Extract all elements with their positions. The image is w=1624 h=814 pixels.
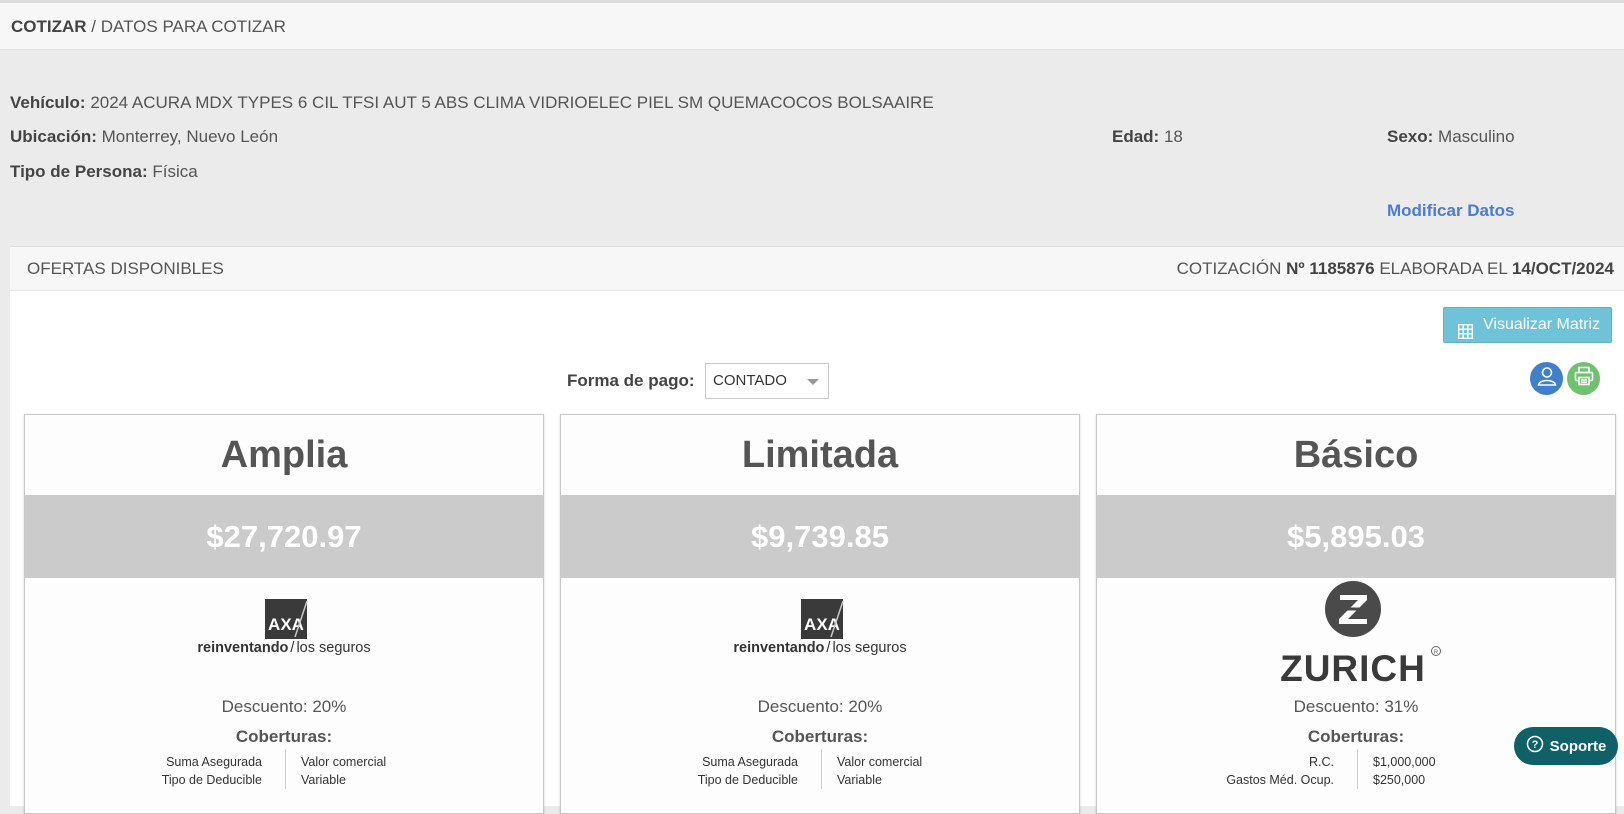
svg-text:R: R [1434,650,1439,656]
axa-tagline-rest: los seguros [832,640,907,656]
coverage-row: Tipo de Deducible Variable [561,773,1079,791]
coverage-label: Suma Asegurada [166,755,262,769]
location-label: Ubicación: [10,127,97,146]
print-button[interactable] [1567,362,1600,395]
offer-price: $5,895.03 [1097,495,1615,578]
zurich-logo-text: ZURICH [1280,648,1426,687]
coverage-label: R.C. [1309,755,1334,769]
offer-card-amplia[interactable]: Amplia $27,720.97 AXA reinventando / los s… [24,414,544,814]
question-icon: ? [1526,735,1544,757]
coverage-row: Suma Asegurada Valor comercial [25,755,543,773]
offer-price: $27,720.97 [25,495,543,578]
zurich-logo: ZURICH R [1097,581,1615,687]
vehicle-label: Vehículo: [10,93,86,112]
offer-price: $9,739.85 [561,495,1079,578]
axa-tagline-slash: / [826,640,831,656]
chevron-down-icon [807,379,819,385]
offer-discount: Descuento: 20% [221,697,347,716]
user-button[interactable] [1530,362,1563,395]
person-type-value: Física [152,162,198,181]
axa-logo: AXA reinventando / los seguros [561,585,1079,685]
axa-tagline-slash: / [290,640,295,656]
coverage-label: Tipo de Deducible [697,773,798,787]
offers-panel: OFERTAS DISPONIBLES COTIZACIÓN Nº 118587… [10,246,1624,814]
coverage-title: Coberturas: [235,727,333,746]
coverage-title: Coberturas: [771,727,869,746]
payment-select[interactable]: CONTADO [705,363,829,399]
location-info: Ubicación: Monterrey, Nuevo León [10,127,278,147]
person-type-info: Tipo de Persona: Física [10,162,198,182]
modify-data-link[interactable]: Modificar Datos [1387,201,1515,221]
location-value: Monterrey, Nuevo León [101,127,279,146]
sex-value: Masculino [1438,127,1515,146]
offer-title: Amplia [220,434,348,476]
offers-header: OFERTAS DISPONIBLES COTIZACIÓN Nº 118587… [10,247,1624,291]
quote-prefix: COTIZACIÓN [1176,259,1282,278]
coverage-row: Gastos Méd. Ocup. $250,000 [1097,773,1615,791]
breadcrumb-separator: / [91,17,97,36]
axa-tagline-bold: reinventando [733,640,825,656]
offer-card-limitada[interactable]: Limitada $9,739.85 AXA reinventando / los … [560,414,1080,814]
coverage-row: Suma Asegurada Valor comercial [561,755,1079,773]
breadcrumb-current: DATOS PARA COTIZAR [100,17,286,36]
coverage-value: Valor comercial [837,755,923,769]
coverage-label: Gastos Méd. Ocup. [1226,773,1334,787]
axa-logo: AXA reinventando / los seguros [25,585,543,685]
view-matrix-button[interactable]: Visualizar Matriz [1443,307,1612,343]
quote-mid: ELABORADA EL [1379,259,1508,278]
grid-icon [1457,318,1474,339]
vehicle-info: Vehículo: 2024 ACURA MDX TYPES 6 CIL TFS… [10,93,934,113]
offer-discount: Descuento: 31% [1293,697,1419,716]
coverage-value: Valor comercial [301,755,387,769]
offers-title: OFERTAS DISPONIBLES [27,259,224,278]
age-info: Edad: 18 [1112,127,1183,147]
offer-discount: Descuento: 20% [757,697,883,716]
person-type-label: Tipo de Persona: [10,162,148,181]
vehicle-value: 2024 ACURA MDX TYPES 6 CIL TFSI AUT 5 AB… [90,93,934,112]
offer-title: Limitada [741,434,899,476]
support-label: Soporte [1549,737,1607,755]
support-button[interactable]: ? Soporte [1514,727,1618,765]
svg-text:?: ? [1531,739,1538,751]
quote-info: COTIZACIÓN Nº 1185876 ELABORADA EL 14/OC… [1177,247,1614,291]
coverage-value: Variable [837,773,882,787]
breadcrumb-root[interactable]: COTIZAR [11,17,87,36]
coverage-label: Tipo de Deducible [161,773,262,787]
offer-title: Básico [1293,434,1419,476]
payment-select-value: CONTADO [713,372,787,389]
age-label: Edad: [1112,127,1160,146]
axa-tagline-rest: los seguros [296,640,371,656]
coverage-label: Suma Asegurada [702,755,798,769]
quote-date: 14/OCT/2024 [1511,259,1614,278]
sex-label: Sexo: [1387,127,1434,146]
coverage-value: $250,000 [1373,773,1426,787]
view-matrix-label: Visualizar Matriz [1483,316,1601,333]
age-value: 18 [1163,127,1183,146]
user-icon [1536,365,1558,392]
sex-info: Sexo: Masculino [1387,127,1515,147]
coverage-value: $1,000,000 [1373,755,1436,769]
coverage-row: Tipo de Deducible Variable [25,773,543,791]
coverage-value: Variable [301,773,346,787]
breadcrumb: COTIZAR / DATOS PARA COTIZAR [0,3,1624,50]
payment-label: Forma de pago: [567,371,695,390]
quote-number: Nº 1185876 [1286,259,1375,278]
printer-icon [1573,365,1595,392]
axa-tagline-bold: reinventando [197,640,289,656]
